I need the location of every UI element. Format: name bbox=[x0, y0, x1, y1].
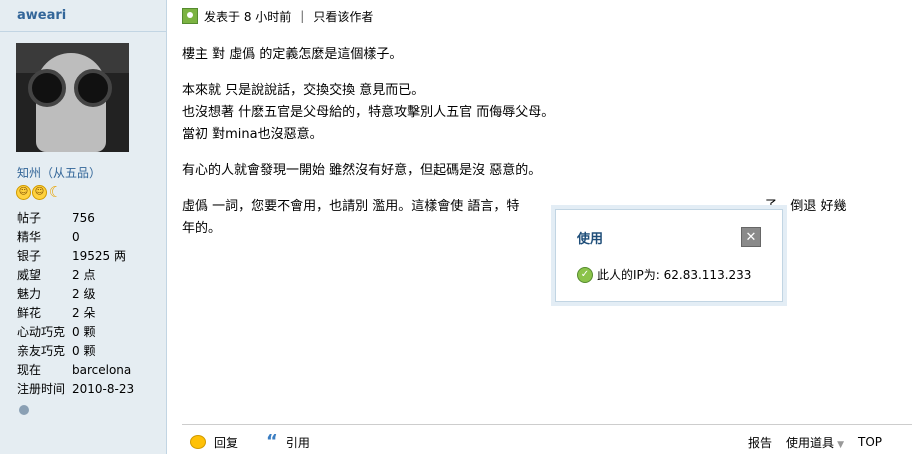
header-separator: | bbox=[300, 9, 305, 23]
check-icon: ✓ bbox=[577, 266, 593, 283]
stat-row: 亲友巧克 0 颗 bbox=[17, 342, 134, 361]
tools-menu[interactable]: 使用道具 ▼ bbox=[786, 434, 844, 451]
post-header: 发表于 8 小时前 | 只看该作者 bbox=[182, 6, 373, 26]
post-line: 當初 對mina也沒惡意。 bbox=[182, 127, 323, 142]
stat-label: 威望 bbox=[17, 268, 42, 282]
reply-button[interactable]: 回复 bbox=[214, 434, 238, 451]
stat-label: 注册时间 bbox=[17, 382, 66, 396]
avatar-lens-left bbox=[28, 69, 66, 107]
popup-body: 使用 ✕ ✓ 此人的IP为: 62.83.113.233 bbox=[555, 209, 783, 302]
stat-label: 魅力 bbox=[17, 287, 42, 301]
user-online-icon bbox=[182, 8, 198, 24]
stat-row: 注册时间 2010-8-23 bbox=[17, 380, 134, 399]
stat-row: 威望 2 点 bbox=[17, 266, 134, 285]
stat-value: 0 bbox=[72, 230, 80, 244]
popup-title: 使用 bbox=[577, 232, 604, 247]
moon-icon: ☾ bbox=[48, 183, 63, 201]
stat-label: 亲友巧克 bbox=[17, 344, 66, 358]
stat-value: barcelona bbox=[72, 363, 132, 377]
stat-row: 魅力 2 级 bbox=[17, 285, 134, 304]
stat-row: 现在 barcelona bbox=[17, 361, 134, 380]
quote-button[interactable]: 引用 bbox=[286, 434, 310, 451]
quote-icon[interactable]: “ bbox=[266, 433, 278, 451]
online-status-icon bbox=[19, 405, 29, 415]
footer-divider bbox=[182, 424, 912, 425]
post-line: 也沒想著 什麽五官是父母給的，特意攻擊別人五官 而侮辱父母。 bbox=[182, 105, 555, 120]
avatar[interactable] bbox=[16, 43, 129, 152]
stat-row: 帖子 756 bbox=[17, 209, 134, 228]
avatar-lens-right bbox=[74, 69, 112, 107]
post-line: 虛僞 一詞，您要不會用，也請別 濫用。這樣會使 語言，特 bbox=[182, 199, 520, 214]
ip-text: 此人的IP为: 62.83.113.233 bbox=[597, 268, 752, 282]
stat-value: 756 bbox=[72, 211, 95, 225]
stat-label: 现在 bbox=[17, 363, 42, 377]
post-line: 本來就 只是說說話，交換交換 意見而已。 bbox=[182, 83, 425, 98]
smiley-icon: ☺ bbox=[32, 185, 47, 200]
stat-row: 鲜花 2 朵 bbox=[17, 304, 134, 323]
stat-label: 帖子 bbox=[17, 211, 42, 225]
user-rank: 知州（从五品） bbox=[17, 166, 102, 180]
stat-row: 银子 19525 两 bbox=[17, 247, 134, 266]
stat-value: 2010-8-23 bbox=[72, 382, 135, 396]
stat-row: 心动巧克 0 颗 bbox=[17, 323, 134, 342]
stat-value: 19525 两 bbox=[72, 249, 126, 263]
author-only-link[interactable]: 只看该作者 bbox=[313, 8, 373, 25]
user-stats: 帖子 756 精华 0 银子 19525 两 威望 2 点 魅力 2 级 鲜花 2 朵 心动… bbox=[17, 209, 134, 399]
footer-actions: 报告 使用道具 ▼ TOP bbox=[748, 432, 882, 452]
post-line: 有心的人就會發現一開始 雖然沒有好意，但起碼是沒 惡意的。 bbox=[182, 163, 542, 178]
stat-label: 心动巧克 bbox=[17, 325, 66, 339]
stat-value: 0 颗 bbox=[72, 325, 96, 339]
stat-value: 0 颗 bbox=[72, 344, 96, 358]
ip-row: ✓ 此人的IP为: 62.83.113.233 bbox=[577, 266, 751, 283]
close-button[interactable]: ✕ bbox=[741, 227, 761, 247]
username-link[interactable]: aweari bbox=[17, 8, 66, 23]
reply-icon[interactable] bbox=[190, 435, 206, 449]
report-link[interactable]: 报告 bbox=[748, 434, 772, 451]
top-link[interactable]: TOP bbox=[858, 435, 882, 449]
smiley-icon: ☺ bbox=[16, 185, 31, 200]
ip-popup: 使用 ✕ ✓ 此人的IP为: 62.83.113.233 bbox=[551, 205, 787, 306]
stat-value: 2 朵 bbox=[72, 306, 96, 320]
stat-value: 2 点 bbox=[72, 268, 96, 282]
tools-label: 使用道具 bbox=[786, 435, 835, 450]
stat-row: 精华 0 bbox=[17, 228, 134, 247]
chevron-down-icon: ▼ bbox=[837, 439, 844, 450]
post-line: 樓主 對 虛僞 的定義怎麼是這個樣子。 bbox=[182, 47, 403, 62]
post-footer: 回复 “ 引用 报告 使用道具 ▼ TOP bbox=[190, 432, 890, 452]
stat-value: 2 级 bbox=[72, 287, 96, 301]
stat-label: 银子 bbox=[17, 249, 42, 263]
stat-label: 鲜花 bbox=[17, 306, 42, 320]
medal-icons: ☺ ☺ ☾ bbox=[16, 185, 63, 200]
post-time: 发表于 8 小时前 bbox=[204, 9, 292, 24]
username-bar: aweari bbox=[0, 0, 166, 32]
stat-label: 精华 bbox=[17, 230, 42, 244]
